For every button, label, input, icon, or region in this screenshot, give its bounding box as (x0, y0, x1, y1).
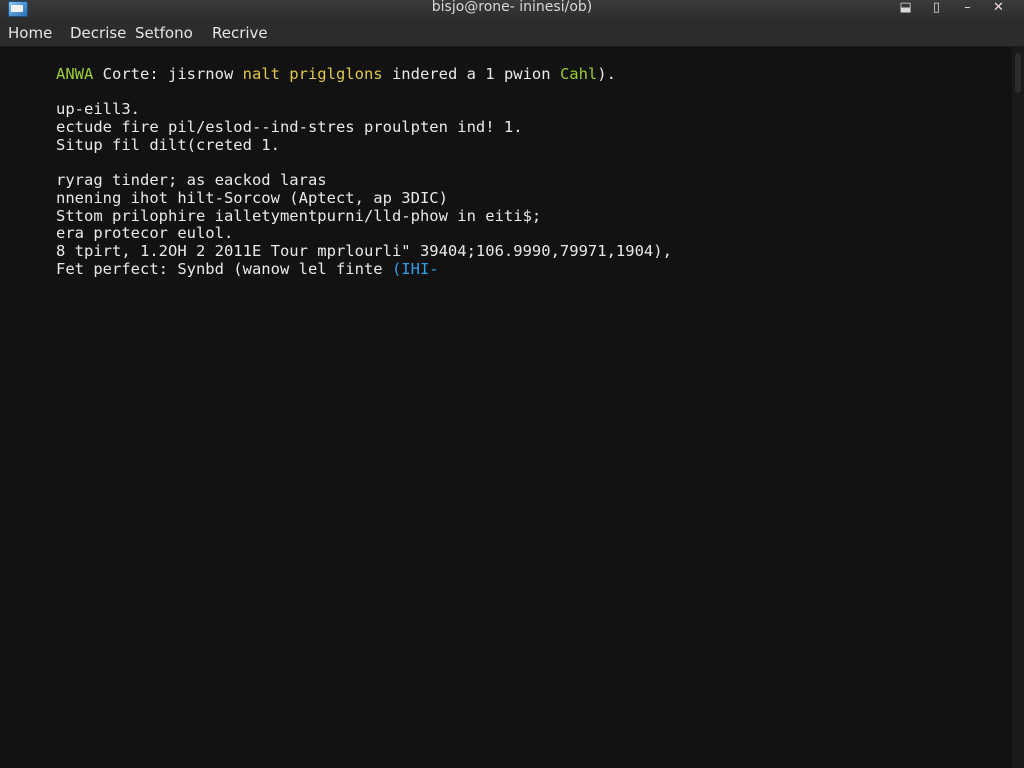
title-bar[interactable]: bisjo@rone- ininesi/ob) ⬓ ▯ – ✕ (0, 0, 1024, 20)
menu-item-recrive[interactable]: Recrive (212, 24, 268, 42)
vertical-scrollbar[interactable] (1012, 47, 1024, 768)
line-segment: Fet perfect: Synbd (wanow lel finte (56, 260, 392, 278)
terminal-line: Fet perfect: Synbd (wanow lel finte (IHI… (0, 242, 439, 296)
minimize-icon[interactable]: – (952, 0, 983, 15)
menu-bar: Home Decrise Setfono Recrive (0, 20, 1024, 47)
line-segment: Corte: jisrnow (93, 65, 243, 83)
pin-icon[interactable]: ⬓ (890, 0, 921, 15)
line-segment: (IHI- (391, 260, 439, 278)
terminal-output[interactable]: ANWA Corte: jisrnow nalt priglglons inde… (0, 47, 1012, 768)
menu-item-home[interactable]: Home (8, 24, 52, 42)
line-segment: nalt priglglons (242, 65, 383, 83)
line-segment: Cahl (559, 65, 598, 83)
restore-icon[interactable]: ▯ (921, 0, 952, 15)
menu-item-setfono[interactable]: Setfono (135, 24, 193, 42)
line-segment: ). (597, 65, 616, 83)
close-icon[interactable]: ✕ (983, 0, 1014, 15)
line-segment: indered a 1 pwion (382, 65, 560, 83)
terminal-window: bisjo@rone- ininesi/ob) ⬓ ▯ – ✕ Home Dec… (0, 0, 1024, 768)
window-controls: ⬓ ▯ – ✕ (890, 0, 1014, 15)
scrollbar-thumb[interactable] (1015, 53, 1021, 93)
menu-item-decrise[interactable]: Decrise (70, 24, 126, 42)
line-segment: ANWA (56, 65, 94, 83)
line-segment: Situp fil dilt(creted 1. (56, 136, 280, 154)
window-title: bisjo@rone- ininesi/ob) (431, 0, 593, 15)
